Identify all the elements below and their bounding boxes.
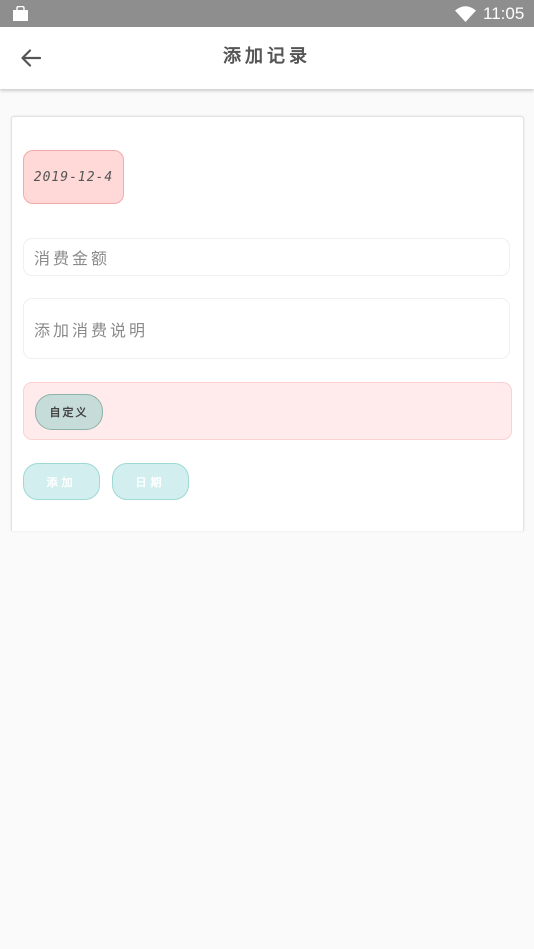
app-toolbar: 添加记录 [0,27,534,89]
status-time: 11:05 [483,4,525,23]
bag-icon [13,6,28,21]
selected-date-chip[interactable]: 2019-12-4 [23,150,124,204]
description-input[interactable]: 添加消费说明 [23,298,510,359]
add-button[interactable]: 添加 [23,463,100,500]
status-bar: 11:05 [0,0,534,27]
category-chip-custom[interactable]: 自定义 [35,394,103,430]
date-button[interactable]: 日期 [112,463,189,500]
wifi-icon [455,6,476,22]
record-form-card: 2019-12-4 消费金额 添加消费说明 自定义 添加 日期 [11,116,524,531]
category-selector: 自定义 [23,382,512,440]
amount-input[interactable]: 消费金额 [23,238,510,276]
page-title: 添加记录 [223,46,311,67]
